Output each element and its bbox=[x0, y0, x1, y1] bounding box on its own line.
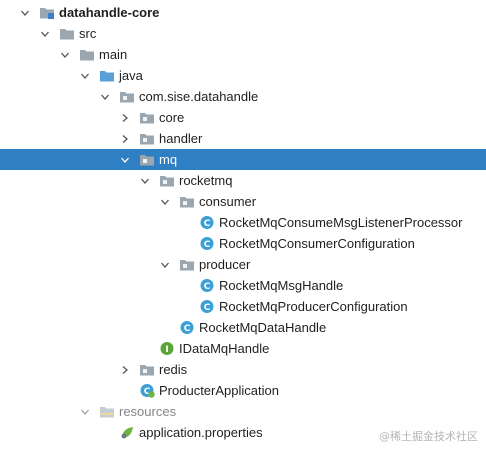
tree-item-datahandle-core[interactable]: datahandle-core bbox=[0, 2, 486, 23]
source-folder-icon bbox=[99, 68, 115, 83]
tree-item-rocketmq-data-handle[interactable]: C RocketMqDataHandle bbox=[0, 317, 486, 338]
tree-item-label: redis bbox=[159, 362, 188, 377]
package-icon bbox=[139, 131, 155, 146]
tree-item-java[interactable]: java bbox=[0, 65, 486, 86]
tree-item-label: producer bbox=[199, 257, 251, 272]
tree-item-label: RocketMqMsgHandle bbox=[219, 278, 344, 293]
tree-item-producer[interactable]: producer bbox=[0, 254, 486, 275]
tree-item-main[interactable]: main bbox=[0, 44, 486, 65]
svg-text:C: C bbox=[204, 303, 211, 313]
tree-item-label: com.sise.datahandle bbox=[139, 89, 259, 104]
tree-item-label: application.properties bbox=[139, 425, 263, 440]
spring-app-icon: C bbox=[139, 383, 155, 398]
tree-item-label: main bbox=[99, 47, 128, 62]
package-icon bbox=[139, 362, 155, 377]
tree-item-label: handler bbox=[159, 131, 203, 146]
chevron-down-icon[interactable] bbox=[138, 170, 152, 191]
tree-item-rocketmq[interactable]: rocketmq bbox=[0, 170, 486, 191]
tree-item-rocketmq-producer-configuration[interactable]: C RocketMqProducerConfiguration bbox=[0, 296, 486, 317]
properties-icon bbox=[119, 425, 135, 440]
class-icon: C bbox=[199, 236, 215, 251]
chevron-down-icon[interactable] bbox=[78, 401, 92, 422]
class-icon: C bbox=[179, 320, 195, 335]
svg-text:C: C bbox=[204, 282, 211, 292]
tree-item-label: RocketMqConsumerConfiguration bbox=[219, 236, 415, 251]
class-icon: C bbox=[199, 215, 215, 230]
svg-text:C: C bbox=[184, 324, 191, 334]
class-icon: C bbox=[199, 299, 215, 314]
tree-item-com-sise-datahandle[interactable]: com.sise.datahandle bbox=[0, 86, 486, 107]
tree-item-label: java bbox=[119, 68, 143, 83]
tree-item-label: ProducterApplication bbox=[159, 383, 279, 398]
watermark-text: @稀土掘金技术社区 bbox=[379, 430, 478, 443]
chevron-down-icon[interactable] bbox=[158, 254, 172, 275]
chevron-right-icon[interactable] bbox=[118, 107, 132, 128]
resources-folder-icon bbox=[99, 404, 115, 419]
tree-item-label: RocketMqProducerConfiguration bbox=[219, 299, 408, 314]
module-folder-icon bbox=[39, 5, 55, 20]
tree-item-producter-application[interactable]: C ProducterApplication bbox=[0, 380, 486, 401]
chevron-down-icon[interactable] bbox=[118, 149, 132, 170]
package-icon bbox=[159, 173, 175, 188]
tree-item-rocketmq-consumer-configuration[interactable]: C RocketMqConsumerConfiguration bbox=[0, 233, 486, 254]
chevron-right-icon[interactable] bbox=[118, 359, 132, 380]
tree-item-label: rocketmq bbox=[179, 173, 233, 188]
tree-item-idatamq-handle[interactable]: I IDataMqHandle bbox=[0, 338, 486, 359]
chevron-down-icon[interactable] bbox=[58, 44, 72, 65]
package-icon bbox=[179, 194, 195, 209]
package-icon bbox=[139, 152, 155, 167]
tree-item-rocketmq-msg-handle[interactable]: C RocketMqMsgHandle bbox=[0, 275, 486, 296]
svg-text:C: C bbox=[204, 240, 211, 250]
tree-item-redis[interactable]: redis bbox=[0, 359, 486, 380]
tree-item-label: consumer bbox=[199, 194, 257, 209]
tree-item-label: IDataMqHandle bbox=[179, 341, 270, 356]
tree-item-label: src bbox=[79, 26, 97, 41]
chevron-down-icon[interactable] bbox=[78, 65, 92, 86]
folder-icon bbox=[59, 26, 75, 41]
tree-item-label: mq bbox=[159, 152, 178, 167]
tree-item-rocketmq-consume-msg-listener-processor[interactable]: C RocketMqConsumeMsgListenerProcessor bbox=[0, 212, 486, 233]
tree-item-label: RocketMqConsumeMsgListenerProcessor bbox=[219, 215, 463, 230]
class-icon: C bbox=[199, 278, 215, 293]
package-icon bbox=[179, 257, 195, 272]
svg-text:I: I bbox=[165, 345, 168, 355]
chevron-down-icon[interactable] bbox=[98, 86, 112, 107]
tree-item-label: RocketMqDataHandle bbox=[199, 320, 327, 335]
package-icon bbox=[139, 110, 155, 125]
chevron-right-icon[interactable] bbox=[118, 128, 132, 149]
tree-item-label: core bbox=[159, 110, 185, 125]
tree-item-label: datahandle-core bbox=[59, 5, 160, 20]
tree-item-resources[interactable]: resources bbox=[0, 401, 486, 422]
tree-item-core[interactable]: core bbox=[0, 107, 486, 128]
chevron-down-icon[interactable] bbox=[158, 191, 172, 212]
folder-icon bbox=[79, 47, 95, 62]
chevron-down-icon[interactable] bbox=[18, 2, 32, 23]
tree-item-src[interactable]: src bbox=[0, 23, 486, 44]
package-icon bbox=[119, 89, 135, 104]
chevron-down-icon[interactable] bbox=[38, 23, 52, 44]
svg-text:C: C bbox=[204, 219, 211, 229]
interface-icon: I bbox=[159, 341, 175, 356]
tree-item-handler[interactable]: handler bbox=[0, 128, 486, 149]
tree-item-consumer[interactable]: consumer bbox=[0, 191, 486, 212]
tree-item-mq[interactable]: mq bbox=[0, 149, 486, 170]
tree-item-label: resources bbox=[119, 404, 177, 419]
